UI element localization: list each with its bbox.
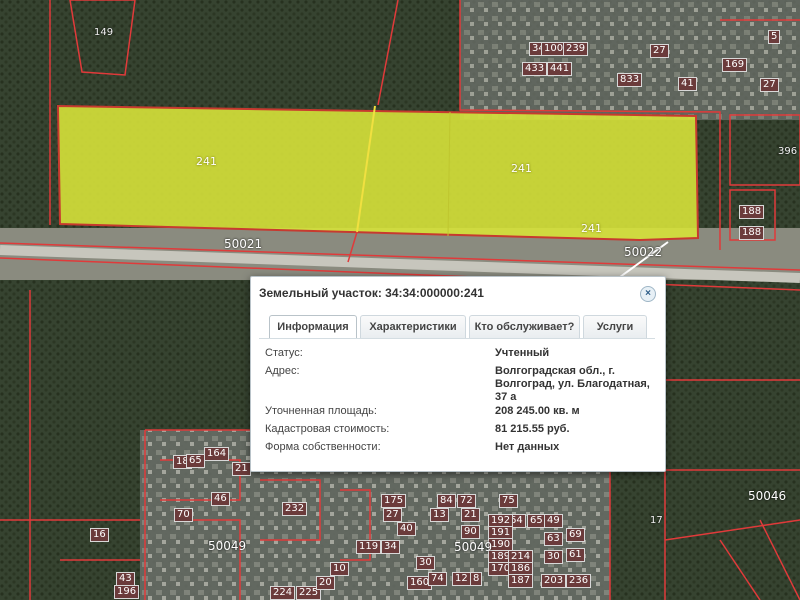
small-parcel-label: 16 bbox=[90, 528, 109, 542]
small-parcel-label: 12 bbox=[452, 572, 471, 586]
small-parcel-label: 187 bbox=[508, 574, 534, 588]
small-parcel-label: 84 bbox=[437, 494, 456, 508]
parcel-label: 17 bbox=[650, 515, 663, 526]
parcel-241[interactable] bbox=[56, 104, 700, 242]
small-parcel-label: 21 bbox=[461, 508, 480, 522]
small-parcel-label: 10 bbox=[330, 562, 349, 576]
road-label: 50049 bbox=[454, 540, 493, 554]
parcel-info-popup[interactable]: Земельный участок: 34:34:000000:241 × Ин… bbox=[250, 276, 666, 472]
small-parcel-label: 72 bbox=[457, 494, 476, 508]
tab-services[interactable]: Услуги bbox=[583, 315, 647, 338]
small-parcel-label: 8 bbox=[470, 572, 483, 586]
small-parcel-label: 34 bbox=[381, 540, 400, 554]
area-value: 208 245.00 кв. м bbox=[495, 405, 580, 417]
address-value: Волгоградская обл., г. Волгоград, ул. Бл… bbox=[495, 365, 650, 403]
small-parcel-label: 70 bbox=[174, 508, 193, 522]
popup-title: Земельный участок: 34:34:000000:241 bbox=[259, 286, 484, 300]
tab-who-serves[interactable]: Кто обслуживает? bbox=[469, 315, 580, 338]
ownership-value: Нет данных bbox=[495, 441, 560, 453]
small-parcel-label: 46 bbox=[211, 492, 230, 506]
small-parcel-label: 169 bbox=[722, 58, 748, 72]
small-parcel-label: 90 bbox=[461, 525, 480, 539]
area-label: Уточненная площадь: bbox=[265, 405, 377, 417]
parcel-label: 241 bbox=[196, 155, 217, 168]
parcel-label: 164 bbox=[204, 447, 230, 461]
small-parcel-label: 49 bbox=[544, 514, 563, 528]
parcel-label: 232 bbox=[282, 502, 308, 516]
small-parcel-label: 196 bbox=[114, 585, 140, 599]
road-label: 50021 bbox=[224, 237, 263, 251]
small-parcel-label: 5 bbox=[768, 30, 781, 44]
road-label: 50046 bbox=[748, 489, 787, 503]
small-parcel-label: 203 bbox=[541, 574, 567, 588]
cost-value: 81 215.55 руб. bbox=[495, 423, 570, 435]
small-parcel-label: 27 bbox=[650, 44, 669, 58]
urban-area-top bbox=[460, 0, 800, 120]
info-panel: Статус: Учтенный Адрес: Волгоградская об… bbox=[259, 338, 655, 459]
parcel-label: 241 bbox=[511, 162, 532, 175]
small-parcel-label: 119 bbox=[356, 540, 382, 554]
cost-label: Кадастровая стоимость: bbox=[265, 423, 390, 435]
road-label: 50022 bbox=[624, 245, 663, 259]
small-parcel-label: 175 bbox=[381, 494, 407, 508]
small-parcel-label: 30 bbox=[416, 556, 435, 570]
small-parcel-label: 441 bbox=[547, 62, 573, 76]
small-parcel-label: 41 bbox=[678, 77, 697, 91]
status-value: Учтенный bbox=[495, 347, 550, 359]
parcel-label: 241 bbox=[581, 222, 602, 235]
small-parcel-label: 61 bbox=[566, 548, 585, 562]
small-parcel-label: 21 bbox=[232, 462, 251, 476]
small-parcel-label: 74 bbox=[428, 572, 447, 586]
small-parcel-label: 75 bbox=[499, 494, 518, 508]
address-label: Адрес: bbox=[265, 365, 300, 377]
parcel-label: 188 bbox=[739, 205, 765, 219]
small-parcel-label: 224 bbox=[270, 586, 296, 600]
status-label: Статус: bbox=[265, 347, 303, 359]
tab-characteristics[interactable]: Характеристики bbox=[360, 315, 466, 338]
small-parcel-label: 236 bbox=[566, 574, 592, 588]
small-parcel-label: 65 bbox=[527, 514, 546, 528]
road-label: 50049 bbox=[208, 539, 247, 553]
parcel-label: 149 bbox=[94, 27, 114, 38]
tab-info[interactable]: Информация bbox=[269, 315, 357, 339]
small-parcel-label: 63 bbox=[544, 532, 563, 546]
small-parcel-label: 433 bbox=[522, 62, 548, 76]
small-parcel-label: 27 bbox=[760, 78, 779, 92]
small-parcel-label: 20 bbox=[316, 576, 335, 590]
small-parcel-label: 40 bbox=[397, 522, 416, 536]
parcel-label: 396 bbox=[778, 146, 798, 157]
small-parcel-label: 65 bbox=[186, 454, 205, 468]
small-parcel-label: 69 bbox=[566, 528, 585, 542]
close-icon[interactable]: × bbox=[640, 286, 656, 302]
parcel-label: 188 bbox=[739, 226, 765, 240]
small-parcel-label: 13 bbox=[430, 508, 449, 522]
ownership-label: Форма собственности: bbox=[265, 441, 381, 453]
small-parcel-label: 43 bbox=[116, 572, 135, 586]
small-parcel-label: 239 bbox=[563, 42, 589, 56]
small-parcel-label: 30 bbox=[544, 550, 563, 564]
small-parcel-label: 27 bbox=[383, 508, 402, 522]
small-parcel-label: 833 bbox=[617, 73, 643, 87]
